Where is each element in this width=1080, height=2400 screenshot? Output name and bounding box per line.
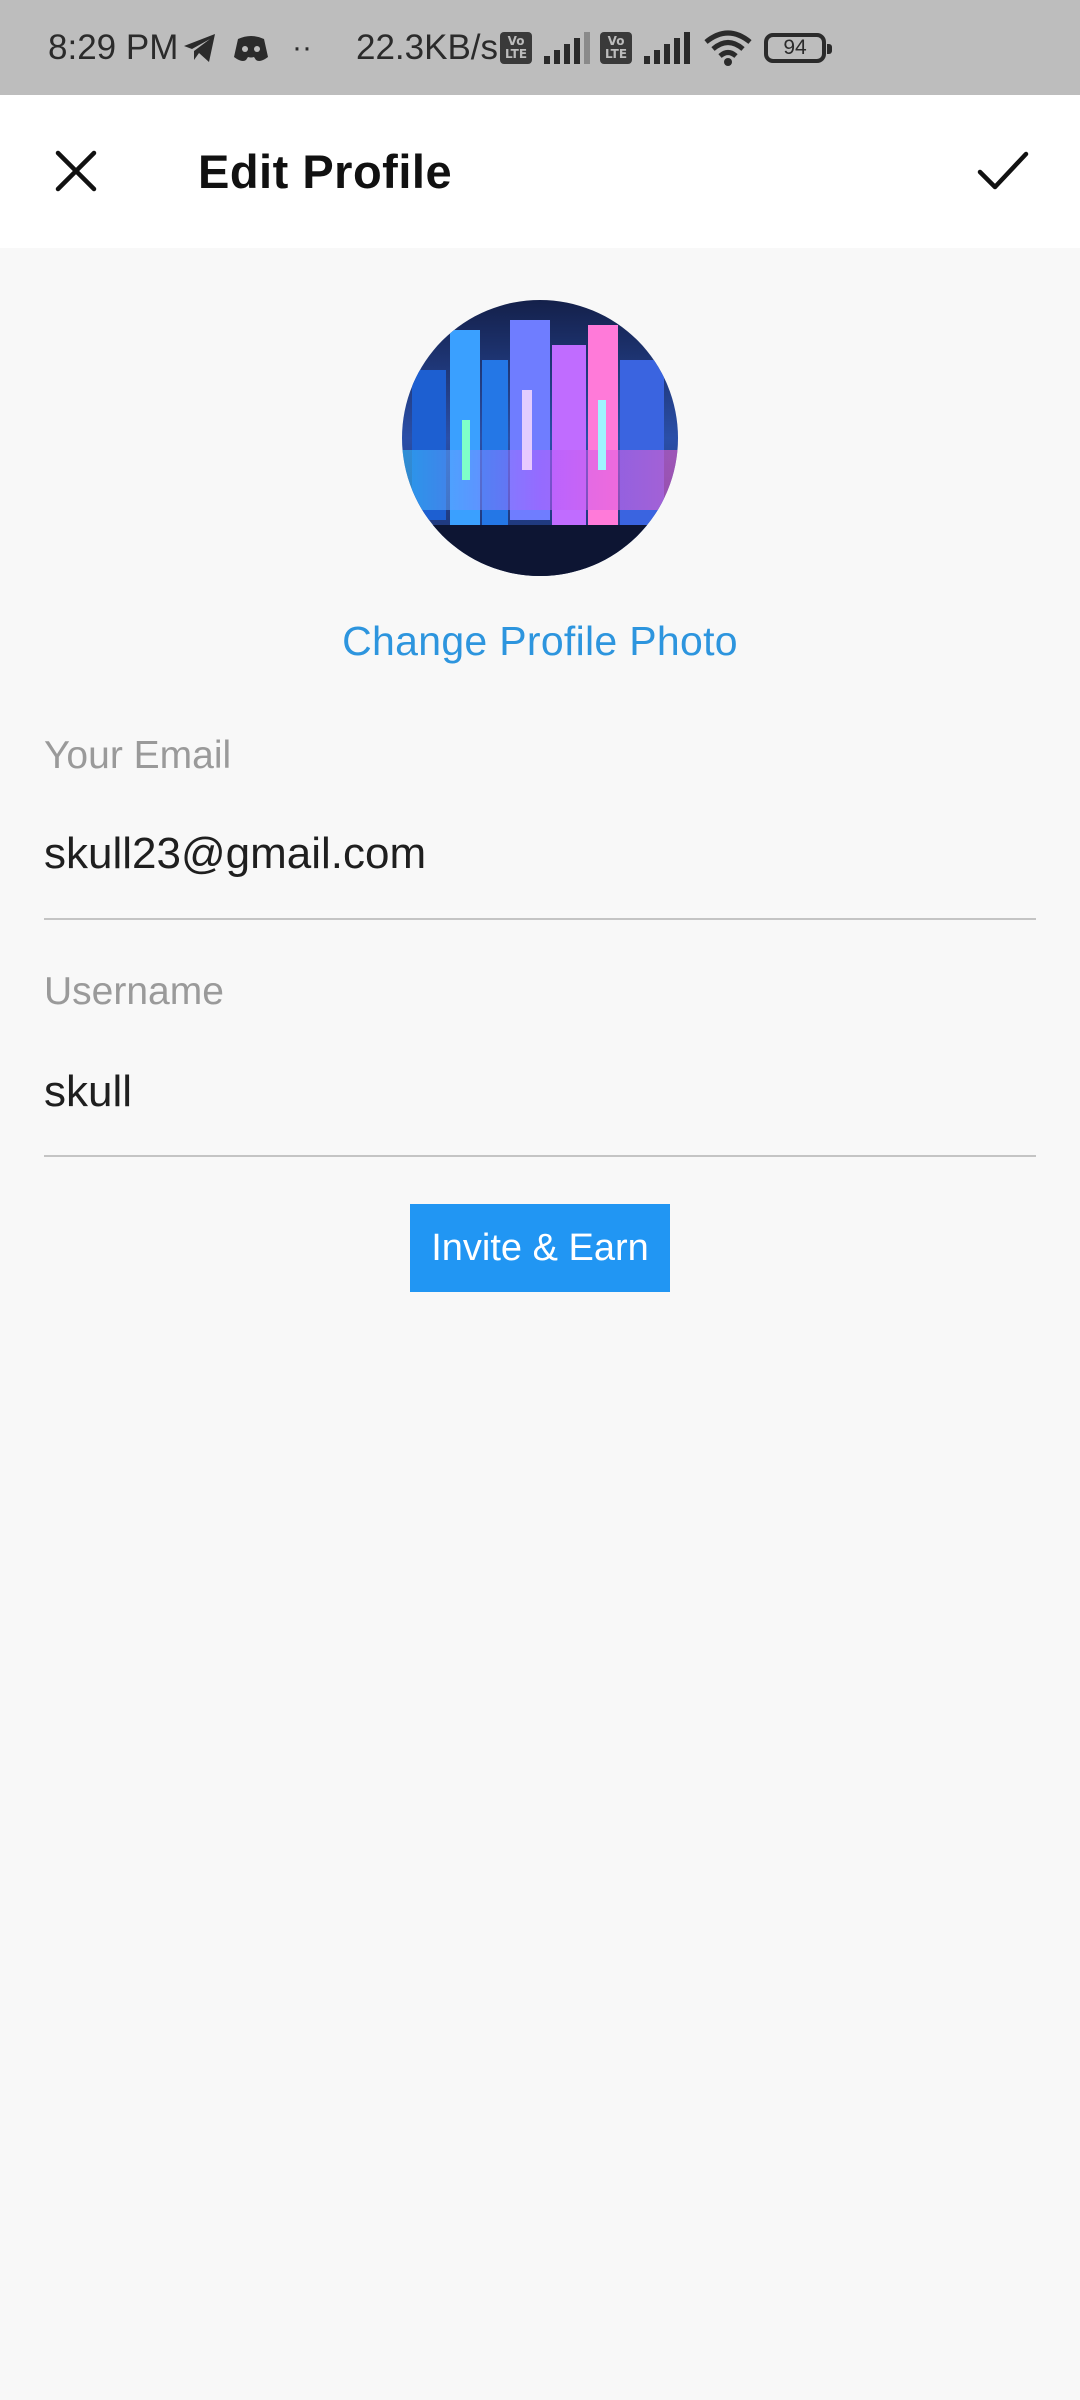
email-field[interactable] [44, 826, 1036, 882]
notification-dots: ·· [292, 30, 312, 64]
signal-icon [642, 0, 692, 95]
telegram-icon [182, 0, 218, 95]
avatar[interactable] [402, 300, 678, 576]
close-button[interactable] [36, 131, 116, 211]
battery-level: 94 [783, 35, 807, 59]
username-underline [44, 1155, 1036, 1157]
volte-icon: Vo LTE [500, 0, 532, 95]
status-bar: 8:29 PM ·· 22.3KB/s Vo LTE Vo LTE 94 [0, 0, 1080, 95]
discord-icon [232, 0, 270, 95]
app-bar: Edit Profile [0, 95, 1080, 248]
network-speed: 22.3KB/s [356, 27, 499, 67]
signal-icon [542, 0, 592, 95]
wifi-icon [704, 0, 752, 95]
username-label: Username [44, 970, 224, 1013]
email-underline [44, 918, 1036, 920]
volte-icon: Vo LTE [600, 0, 632, 95]
invite-earn-button[interactable]: Invite & Earn [410, 1204, 670, 1292]
status-time: 8:29 PM [48, 27, 179, 67]
email-label: Your Email [44, 734, 232, 777]
close-icon [55, 150, 97, 192]
battery-icon: 94 [764, 0, 832, 95]
change-profile-photo-link[interactable]: Change Profile Photo [0, 618, 1080, 665]
check-icon [977, 151, 1029, 190]
page-title: Edit Profile [198, 145, 453, 198]
save-button[interactable] [962, 131, 1044, 211]
username-field[interactable] [44, 1064, 1036, 1120]
